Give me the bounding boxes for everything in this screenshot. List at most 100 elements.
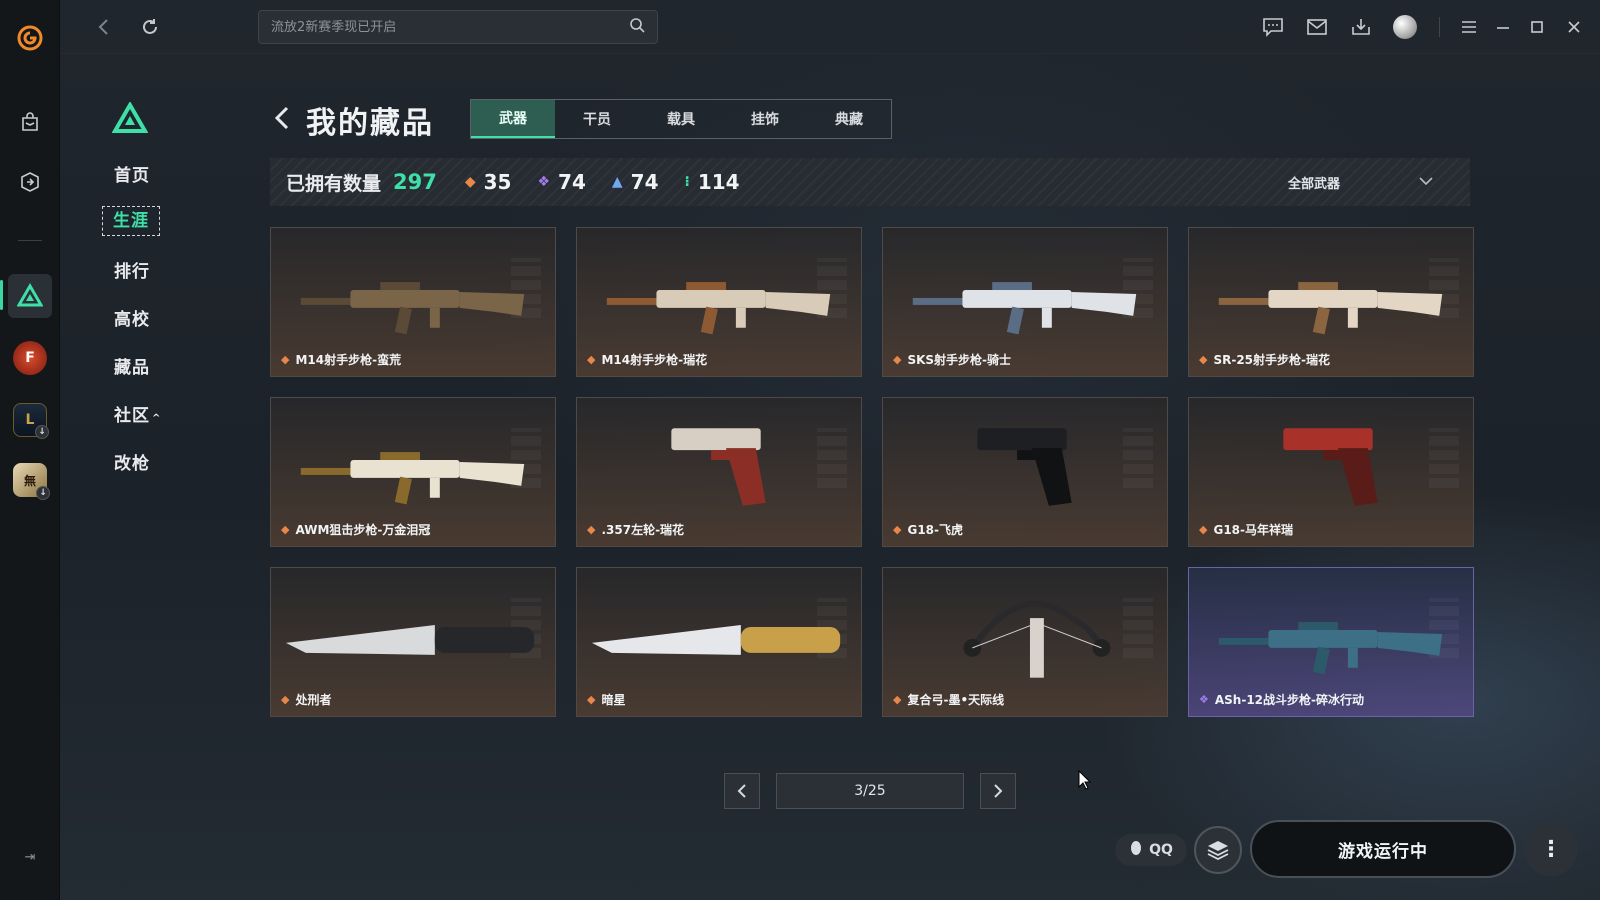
- collection-item-card[interactable]: ◆ .357左轮-瑞花: [576, 397, 862, 547]
- side-menu: 首页生涯排行高校藏品社区 ^ 改枪: [102, 158, 222, 494]
- rarity-count-value: 74: [630, 170, 659, 194]
- side-item-ranking[interactable]: 排行: [102, 254, 222, 290]
- search-box[interactable]: [258, 10, 658, 44]
- collection-item-card[interactable]: ◆ SR-25射手步枪-瑞花: [1188, 227, 1474, 377]
- item-label: ◆ SKS射手步枪-骑士: [893, 351, 1011, 368]
- rarity-count-value: 114: [697, 170, 740, 194]
- search-input[interactable]: [271, 19, 629, 35]
- back-nav-icon[interactable]: [90, 13, 118, 41]
- prev-page-button[interactable]: [724, 773, 760, 809]
- next-page-button[interactable]: [980, 773, 1016, 809]
- top-bar: [60, 0, 1600, 54]
- item-name: G18-飞虎: [907, 523, 963, 537]
- wushuang-game-icon[interactable]: 無 ↓: [8, 458, 52, 502]
- crossfire-game-icon[interactable]: F: [8, 336, 52, 380]
- collection-item-card[interactable]: ◆ 处刑者: [270, 567, 556, 717]
- download-icon: ↓: [36, 486, 50, 500]
- item-label: ◆ 复合弓-墨•天际线: [893, 691, 1004, 708]
- tab-3[interactable]: 挂饰: [723, 100, 807, 138]
- weapon-filter-dropdown[interactable]: 全部武器: [1288, 158, 1434, 206]
- orange-rarity-icon: ◆: [281, 523, 290, 536]
- item-name: 暗星: [601, 693, 626, 707]
- window-controls: [1251, 0, 1600, 54]
- side-item-label: 社区: [114, 406, 150, 426]
- rarity-count-orange: ◆ 35: [465, 170, 512, 194]
- maximize-icon[interactable]: [1520, 5, 1554, 49]
- side-item-home[interactable]: 首页: [102, 158, 222, 194]
- chat-icon[interactable]: [1251, 5, 1295, 49]
- collection-item-card[interactable]: ◆ G18-马年祥瑞: [1188, 397, 1474, 547]
- delta-force-game-icon[interactable]: [8, 274, 52, 318]
- tag-icon[interactable]: [8, 160, 52, 204]
- collection-item-card[interactable]: ◆ G18-飞虎: [882, 397, 1168, 547]
- collapse-rail-icon[interactable]: ⇥: [20, 850, 40, 870]
- app-logo-icon[interactable]: [8, 16, 52, 60]
- collection-item-card[interactable]: ◆ M14射手步枪-蛮荒: [270, 227, 556, 377]
- orange-rarity-icon: ◆: [1199, 523, 1208, 536]
- purple-rarity-icon: ❖: [1199, 693, 1209, 706]
- rail-divider: [18, 240, 42, 241]
- store-bag-icon[interactable]: [8, 100, 52, 144]
- weapon-filter-value: 全部武器: [1287, 176, 1340, 192]
- caret-up-icon: ^: [152, 413, 162, 424]
- game-running-button[interactable]: 游戏运行中: [1250, 820, 1516, 878]
- side-item-community[interactable]: 社区 ^: [102, 398, 222, 434]
- side-item-label: 高校: [114, 310, 150, 330]
- item-name: M14射手步枪-蛮荒: [295, 353, 402, 367]
- rarity-counts: ◆ 35 ❖ 74 ▲ 74 ⁝ 114: [465, 170, 766, 194]
- search-icon[interactable]: [629, 17, 645, 37]
- qq-button[interactable]: QQ: [1115, 834, 1187, 866]
- tab-2[interactable]: 载具: [639, 100, 723, 138]
- chevron-down-icon: [1418, 175, 1434, 190]
- page-indicator: 3/25: [776, 773, 964, 809]
- collection-item-card[interactable]: ◆ 复合弓-墨•天际线: [882, 567, 1168, 717]
- refresh-icon[interactable]: [136, 13, 164, 41]
- item-label: ◆ G18-飞虎: [893, 521, 963, 538]
- item-name: 处刑者: [295, 693, 332, 707]
- owned-count-total: 297: [393, 170, 437, 194]
- item-label: ◆ G18-马年祥瑞: [1199, 521, 1293, 538]
- close-icon[interactable]: [1554, 5, 1594, 49]
- tab-1[interactable]: 干员: [555, 100, 639, 138]
- item-label: ◆ M14射手步枪-瑞花: [587, 351, 707, 368]
- side-item-label: 改枪: [114, 454, 150, 474]
- side-item-career[interactable]: 生涯: [102, 206, 160, 236]
- item-name: G18-马年祥瑞: [1213, 523, 1293, 537]
- item-name: 复合弓-墨•天际线: [907, 693, 1005, 707]
- orange-rarity-icon: ◆: [464, 174, 476, 190]
- minimize-icon[interactable]: [1486, 5, 1520, 49]
- mail-icon[interactable]: [1295, 5, 1339, 49]
- orange-rarity-icon: ◆: [281, 693, 290, 706]
- side-item-gunsmith[interactable]: 改枪: [102, 446, 222, 482]
- collection-grid: ◆ M14射手步枪-蛮荒 ◆ M14射手步枪-瑞花 ◆ SKS射手步枪-骑士 ◆ SR-…: [270, 227, 1480, 717]
- menu-icon[interactable]: [1452, 5, 1486, 49]
- layers-icon[interactable]: [1194, 826, 1242, 874]
- collection-item-card[interactable]: ◆ 暗星: [576, 567, 862, 717]
- toolbar-divider: [1439, 17, 1440, 37]
- qq-label: QQ: [1149, 842, 1173, 858]
- league-game-icon[interactable]: L ↓: [8, 398, 52, 442]
- collection-item-card[interactable]: ◆ M14射手步枪-瑞花: [576, 227, 862, 377]
- side-item-label: 藏品: [114, 358, 150, 378]
- tab-0[interactable]: 武器: [471, 100, 555, 138]
- blue-rarity-icon: ▲: [611, 174, 623, 190]
- collection-item-card[interactable]: ❖ ASh-12战斗步枪-碎冰行动: [1188, 567, 1474, 717]
- rarity-count-purple: ❖ 74: [537, 170, 585, 194]
- qq-penguin-icon: [1129, 840, 1143, 860]
- orange-rarity-icon: ◆: [587, 523, 596, 536]
- delta-force-logo-icon: [111, 100, 149, 138]
- side-item-collection[interactable]: 藏品: [102, 350, 222, 386]
- user-avatar[interactable]: [1393, 15, 1417, 39]
- side-item-college[interactable]: 高校: [102, 302, 222, 338]
- category-tabs: 武器 干员 载具 挂饰 典藏: [470, 99, 892, 139]
- tab-4[interactable]: 典藏: [807, 100, 891, 138]
- collection-item-card[interactable]: ◆ AWM狙击步枪-万金泪冠: [270, 397, 556, 547]
- rarity-count-value: 74: [558, 170, 586, 194]
- page-back-icon[interactable]: [274, 104, 294, 134]
- side-item-label: 首页: [114, 166, 150, 186]
- item-label: ❖ ASh-12战斗步枪-碎冰行动: [1199, 691, 1364, 708]
- collection-item-card[interactable]: ◆ SKS射手步枪-骑士: [882, 227, 1168, 377]
- download-manager-icon[interactable]: [1339, 5, 1383, 49]
- orange-rarity-icon: ◆: [281, 353, 290, 366]
- more-options-icon[interactable]: ⋮: [1524, 822, 1578, 876]
